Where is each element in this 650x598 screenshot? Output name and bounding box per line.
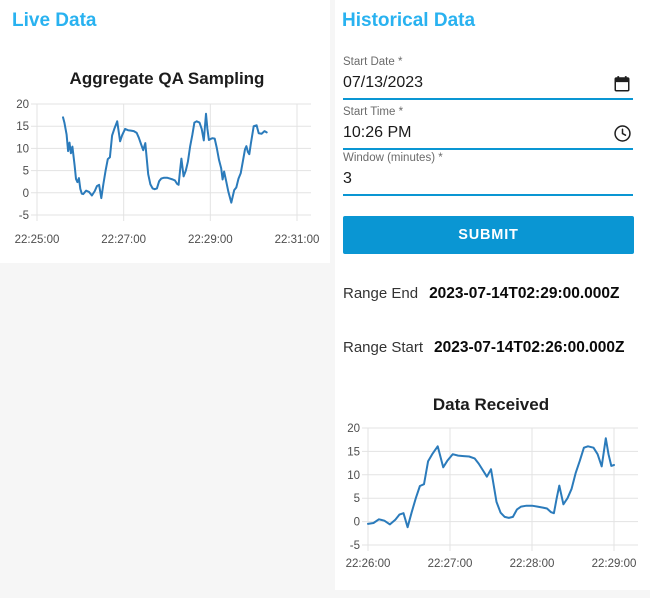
svg-text:22:29:00: 22:29:00 <box>592 558 637 570</box>
range-end-label: Range End <box>343 285 419 302</box>
start-date-label: Start Date * <box>343 56 403 68</box>
svg-text:22:25:00: 22:25:00 <box>15 234 60 246</box>
svg-text:15: 15 <box>16 121 29 133</box>
historical-chart: 20 15 10 5 0 -5 22:26:00 22:27:00 22:28:00 22:29:… <box>335 385 650 585</box>
clock-icon[interactable] <box>611 123 633 145</box>
range-start-label: Range Start <box>343 339 424 356</box>
historical-data-title: Historical Data <box>342 10 476 31</box>
svg-text:20: 20 <box>16 99 29 111</box>
svg-text:22:28:00: 22:28:00 <box>510 558 555 570</box>
start-time-label: Start Time * <box>343 106 404 118</box>
svg-text:22:26:00: 22:26:00 <box>346 558 391 570</box>
live-data-panel: Live Data 20 15 10 5 0 -5 22:25:00 22:27:00 22:2… <box>0 0 330 263</box>
live-chart: 20 15 10 5 0 -5 22:25:00 22:27:00 22:29:00 22:31:… <box>0 55 330 255</box>
svg-text:-5: -5 <box>19 210 29 222</box>
svg-text:22:27:00: 22:27:00 <box>428 558 473 570</box>
range-start-row: Range Start 2023-07-14T02:26:00.000Z <box>343 339 624 357</box>
start-time-input[interactable] <box>343 119 611 148</box>
window-minutes-input[interactable] <box>343 165 633 194</box>
svg-text:10: 10 <box>347 470 360 482</box>
window-minutes-label: Window (minutes) * <box>343 152 443 164</box>
svg-text:Aggregate QA Sampling: Aggregate QA Sampling <box>70 69 265 88</box>
svg-text:Data Received: Data Received <box>433 395 549 414</box>
svg-text:0: 0 <box>354 517 360 529</box>
svg-text:22:27:00: 22:27:00 <box>101 234 146 246</box>
range-start-value: 2023-07-14T02:26:00.000Z <box>434 339 625 356</box>
svg-text:22:29:00: 22:29:00 <box>188 234 233 246</box>
start-date-field: Start Date * <box>343 56 633 100</box>
svg-text:15: 15 <box>347 446 360 458</box>
submit-button[interactable]: SUBMIT <box>343 216 634 254</box>
svg-text:22:31:00: 22:31:00 <box>275 234 320 246</box>
svg-text:-5: -5 <box>350 540 360 552</box>
historical-data-panel: Historical Data Start Date * Start Time … <box>335 0 650 590</box>
window-minutes-field: Window (minutes) * <box>343 152 633 196</box>
calendar-icon[interactable] <box>611 73 633 95</box>
page: Live Data 20 15 10 5 0 -5 22:25:00 22:27:00 22:2… <box>0 0 650 598</box>
start-time-field: Start Time * <box>343 106 633 150</box>
svg-text:0: 0 <box>23 188 29 200</box>
svg-text:5: 5 <box>354 493 360 505</box>
svg-text:20: 20 <box>347 423 360 435</box>
svg-text:5: 5 <box>23 166 29 178</box>
start-date-input[interactable] <box>343 69 611 98</box>
svg-text:10: 10 <box>16 143 29 155</box>
live-data-title: Live Data <box>12 10 97 31</box>
range-end-value: 2023-07-14T02:29:00.000Z <box>429 285 620 302</box>
range-end-row: Range End 2023-07-14T02:29:00.000Z <box>343 285 620 303</box>
